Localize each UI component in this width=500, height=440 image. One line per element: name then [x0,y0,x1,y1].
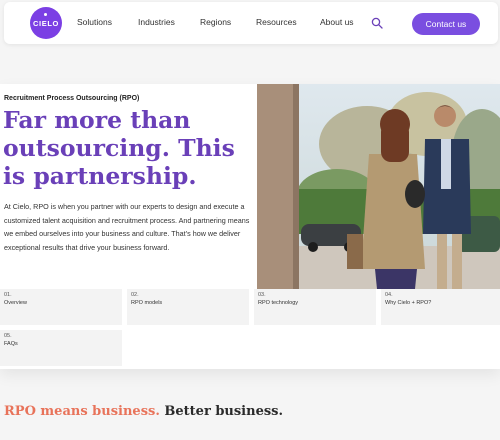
nav-item-resources[interactable]: Resources [256,17,297,27]
hero-headline: Far more than outsourcing. This is partn… [3,106,235,190]
search-icon[interactable] [371,17,383,29]
tab-number: 04. [385,292,393,298]
hero-body-text: At Cielo, RPO is when you partner with o… [4,202,250,252]
tab-rpo-technology[interactable]: 03. RPO technology [254,289,376,325]
hero-photo-two-people-talking [257,84,500,289]
tab-label: Why Cielo + RPO? [385,300,432,306]
tab-overview[interactable]: 01. Overview [0,289,122,325]
nav-item-industries[interactable]: Industries [138,17,175,27]
section-title-rest: Better business. [164,404,284,419]
section-title-accent: RPO means business. [4,404,160,419]
tab-why-cielo-rpo[interactable]: 04. Why Cielo + RPO? [381,289,500,325]
tab-number: 03. [258,292,266,298]
nav-item-solutions[interactable]: Solutions [77,17,112,27]
tab-number: 05. [4,333,12,339]
logo-text: CIELO [33,18,59,28]
tab-label: RPO models [131,300,163,306]
tab-rpo-models[interactable]: 02. RPO models [127,289,249,325]
logo-dot [44,13,47,16]
top-navigation-bar: CIELO Solutions Industries Regions Resou… [4,2,498,44]
cielo-logo[interactable]: CIELO [30,7,62,39]
tab-number: 02. [131,292,139,298]
nav-item-about-us[interactable]: About us [320,17,354,27]
tab-faqs[interactable]: 05. FAQs [0,330,122,366]
tab-label: Overview [4,300,27,306]
contact-us-button[interactable]: Contact us [412,13,480,35]
nav-item-regions[interactable]: Regions [200,17,231,27]
tab-number: 01. [4,292,12,298]
tab-label: RPO technology [258,300,299,306]
hero-eyebrow: Recruitment Process Outsourcing (RPO) [4,95,140,102]
section-title: RPO means business. Better business. [4,404,283,419]
tab-label: FAQs [4,341,18,347]
